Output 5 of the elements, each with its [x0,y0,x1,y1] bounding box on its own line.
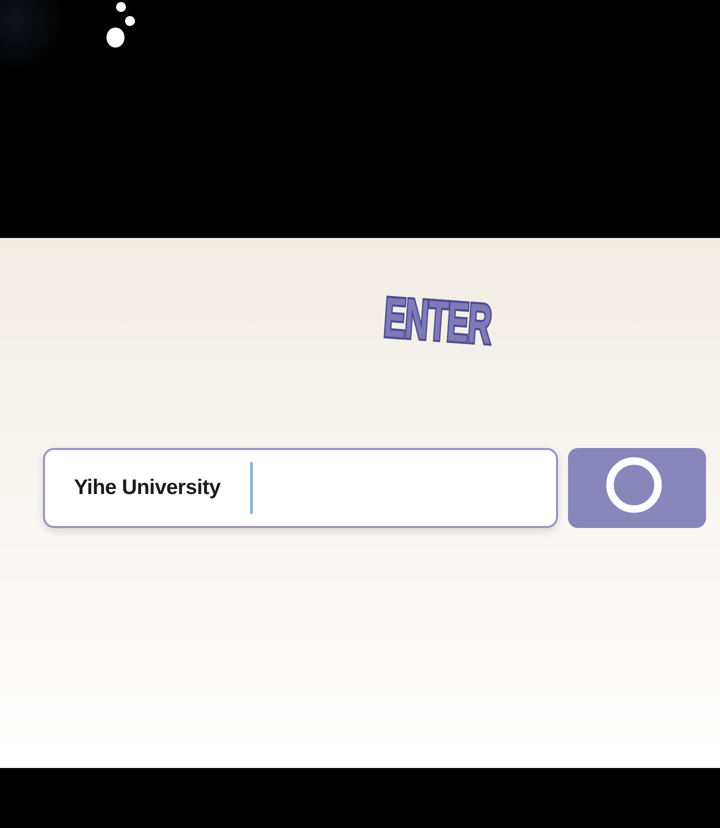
search-button[interactable] [568,448,706,528]
ring-icon [606,457,662,513]
search-field[interactable]: Yihe University [43,448,558,528]
light-spot [106,28,124,48]
sound-effect-text: ENTER [382,290,493,354]
